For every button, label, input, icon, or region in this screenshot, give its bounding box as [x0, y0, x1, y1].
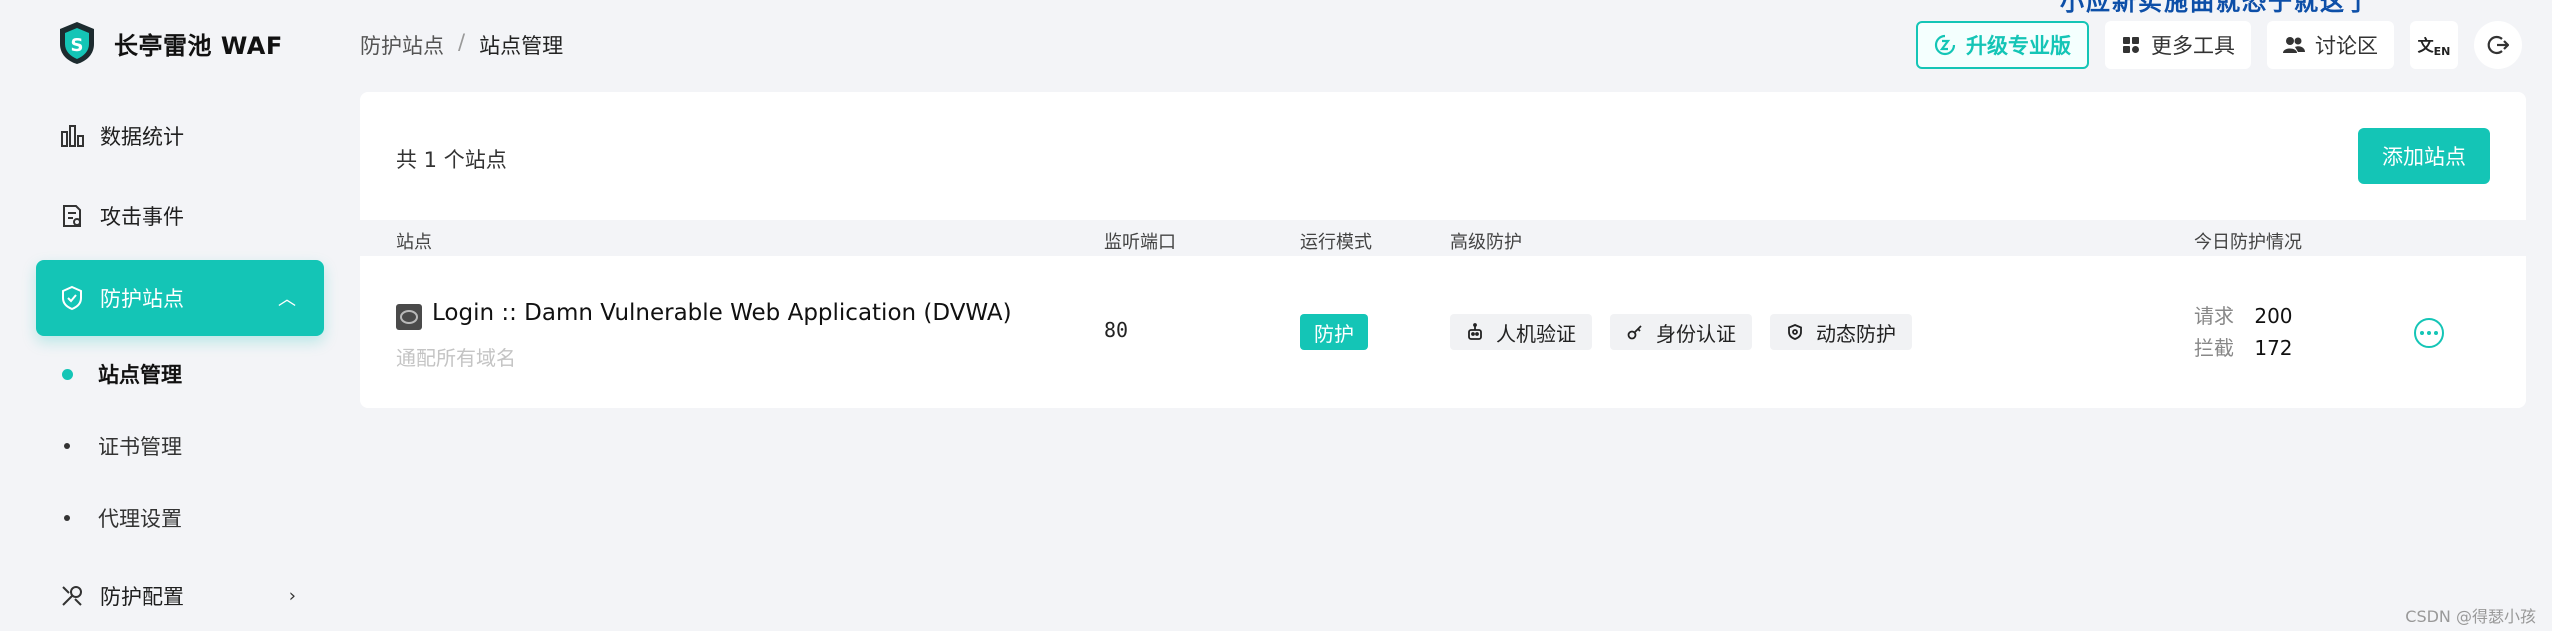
stat-requests: 请求 200: [2194, 300, 2293, 332]
table-header: 站点 监听端口 运行模式 高级防护 今日防护情况: [360, 220, 2526, 256]
logout-icon: [2487, 35, 2509, 55]
breadcrumb: 防护站点 / 站点管理: [360, 30, 563, 60]
sidebar-item-protected-sites[interactable]: 防护站点 ︿: [36, 260, 324, 336]
stat-blocked-label: 拦截: [2194, 336, 2234, 360]
tag-dynamic[interactable]: 动态防护: [1770, 314, 1912, 350]
robot-icon: [1468, 323, 1482, 340]
tag-auth[interactable]: 身份认证: [1610, 314, 1752, 350]
sidebar-item-label: 数据统计: [100, 125, 184, 149]
more-tools-label: 更多工具: [2151, 34, 2235, 58]
chevron-right-icon: ›: [288, 585, 296, 607]
stat-requests-value: 200: [2254, 304, 2293, 328]
column-header-site: 站点: [396, 232, 432, 253]
sidebar-item-label: 攻击事件: [100, 205, 184, 229]
logo-shield-icon: S: [60, 22, 94, 64]
sidebar-subitem-label: 代理设置: [98, 507, 182, 531]
table-row[interactable]: Login :: Damn Vulnerable Web Application…: [360, 256, 2526, 396]
tag-label: 动态防护: [1816, 321, 1896, 346]
tag-label: 人机验证: [1496, 321, 1576, 346]
language-button[interactable]: 文EN: [2410, 21, 2458, 69]
dot: [2434, 331, 2438, 335]
sidebar-subitem-label: 证书管理: [98, 435, 182, 459]
tools-icon: [58, 582, 86, 610]
document-alert-icon: [58, 202, 86, 230]
key-icon: [1627, 325, 1642, 340]
column-header-port: 监听端口: [1104, 232, 1176, 253]
bullet-dot: [64, 443, 70, 449]
sidebar-subitem-certificates[interactable]: 证书管理: [64, 426, 182, 466]
stat-blocked-value: 172: [2254, 336, 2293, 360]
chevron-up-icon: ︿: [278, 289, 296, 310]
sidebar-item-protection-config[interactable]: 防护配置 ›: [36, 558, 324, 631]
stat-blocked: 拦截 172: [2194, 332, 2293, 364]
translate-icon: 文EN: [2417, 35, 2451, 59]
upgrade-label: 升级专业版: [1966, 34, 2071, 58]
site-domain: 通配所有域名: [396, 346, 516, 370]
app-logo[interactable]: S 长亭雷池 WAF: [56, 20, 283, 66]
column-header-advanced: 高级防护: [1450, 232, 1522, 253]
dot: [2427, 331, 2431, 335]
grid-icon: [2123, 37, 2139, 53]
active-dot: [62, 368, 73, 380]
sidebar-subitem-proxy[interactable]: 代理设置: [64, 498, 182, 538]
sidebar-subitem-label: 站点管理: [98, 363, 182, 387]
sidebar-item-statistics[interactable]: 数据统计: [36, 98, 324, 174]
more-tools-button[interactable]: 更多工具: [2105, 21, 2251, 69]
logout-button[interactable]: [2474, 21, 2522, 69]
upgrade-button[interactable]: 升级专业版: [1916, 21, 2089, 69]
run-mode-badge[interactable]: 防护: [1300, 314, 1368, 350]
bullet-dot: [64, 515, 70, 521]
forum-label: 讨论区: [2315, 34, 2378, 58]
site-list-card: 共 1 个站点 添加站点 站点 监听端口 运行模式 高级防护 今日防护情况 Lo…: [360, 92, 2526, 408]
sidebar-subitem-site-management[interactable]: 站点管理: [62, 354, 182, 394]
breadcrumb-current: 站点管理: [479, 34, 564, 58]
sidebar-item-attacks[interactable]: 攻击事件: [36, 178, 324, 254]
column-header-today: 今日防护情况: [2194, 232, 2302, 253]
app-name: 长亭雷池 WAF: [114, 31, 283, 60]
site-favicon-icon: [396, 304, 422, 330]
users-icon: [2283, 37, 2305, 53]
more-actions-button[interactable]: [2414, 318, 2444, 348]
forum-button[interactable]: 讨论区: [2267, 21, 2394, 69]
breadcrumb-separator: /: [458, 30, 466, 54]
add-site-button[interactable]: 添加站点: [2358, 128, 2490, 184]
sidebar-item-label: 防护配置: [100, 585, 184, 609]
dot: [2420, 331, 2424, 335]
listen-port: 80: [1104, 318, 1129, 342]
upgrade-icon: [1934, 34, 1956, 56]
shield-small-icon: [1788, 324, 1802, 340]
advanced-protection-tags: 人机验证 身份认证 动态防护: [1450, 314, 1912, 350]
site-count: 共 1 个站点: [396, 148, 507, 172]
stat-requests-label: 请求: [2194, 304, 2234, 328]
sidebar: S 长亭雷池 WAF 数据统计 攻击事件 防护站点 ︿ 站点管理 证书管理 代理…: [0, 0, 340, 631]
sidebar-item-label: 防护站点: [100, 287, 184, 311]
shield-icon: [58, 284, 86, 312]
site-name[interactable]: Login :: Damn Vulnerable Web Application…: [432, 300, 1012, 326]
breadcrumb-parent[interactable]: 防护站点: [360, 30, 444, 60]
tag-captcha[interactable]: 人机验证: [1450, 314, 1592, 350]
top-banner-fragment: 小应新实施曲就恐于就这了: [2060, 0, 2372, 16]
svg-text:S: S: [71, 35, 84, 56]
watermark: CSDN @得瑟小孩: [2405, 607, 2536, 626]
tag-label: 身份认证: [1656, 321, 1736, 346]
column-header-mode: 运行模式: [1300, 232, 1372, 253]
top-toolbar: 升级专业版 更多工具 讨论区 文EN: [1916, 20, 2552, 70]
today-stats: 请求 200 拦截 172: [2194, 300, 2293, 364]
bar-chart-icon: [58, 122, 86, 150]
